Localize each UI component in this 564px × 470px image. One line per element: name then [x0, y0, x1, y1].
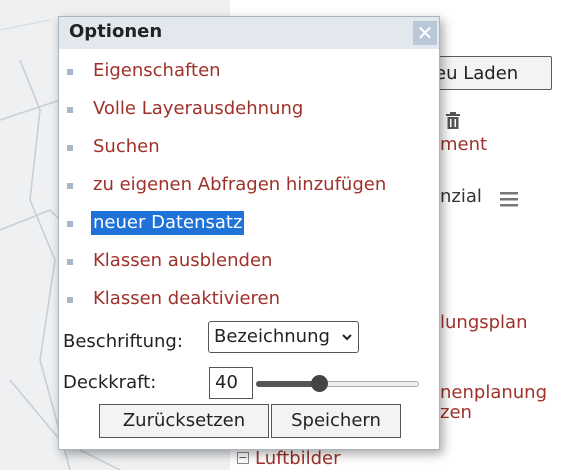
menu-item-label[interactable]: Klassen deaktivieren [91, 287, 282, 311]
bullet-icon [67, 221, 73, 227]
save-button[interactable]: Speichern [271, 404, 401, 438]
menu-item-klassen-deaktivieren[interactable]: Klassen deaktivieren [59, 285, 439, 323]
menu-item-klassen-ausblenden[interactable]: Klassen ausblenden [59, 247, 439, 285]
options-menu: Eigenschaften Volle Layerausdehnung Such… [59, 57, 439, 323]
menu-item-eigenschaften[interactable]: Eigenschaften [59, 57, 439, 95]
layer-text-nenplanung[interactable]: nenplanung [440, 382, 547, 403]
menu-item-label[interactable]: Suchen [91, 135, 162, 159]
reset-button[interactable]: Zurücksetzen [99, 404, 269, 438]
opacity-label: Deckkraft: [63, 372, 157, 393]
dialog-title: Optionen [69, 21, 163, 42]
menu-item-label[interactable]: Volle Layerausdehnung [91, 97, 305, 121]
layer-text-lungsplan[interactable]: lungsplan [440, 312, 528, 333]
opacity-slider-thumb[interactable] [311, 375, 328, 392]
label-field-label: Beschriftung: [63, 331, 183, 352]
bullet-icon [67, 107, 73, 113]
bullet-icon [67, 69, 73, 75]
label-field-select[interactable]: Bezeichnung [208, 321, 359, 353]
bullet-icon [67, 145, 73, 151]
dialog-header[interactable]: Optionen ✕ [59, 17, 439, 49]
layer-text-luftbilder[interactable]: Luftbilder [255, 448, 341, 469]
trash-icon[interactable] [443, 111, 463, 131]
tree-collapse-icon[interactable]: − [237, 452, 249, 464]
label-field-value: Bezeichnung [214, 326, 330, 347]
menu-item-label[interactable]: neuer Datensatz [91, 211, 245, 235]
layer-text-ment[interactable]: ment [440, 134, 487, 155]
options-dialog: Optionen ✕ Eigenschaften Volle Layerausd… [58, 16, 440, 450]
menu-item-abfragen-hinzufuegen[interactable]: zu eigenen Abfragen hinzufügen [59, 171, 439, 209]
opacity-input[interactable]: 40 [209, 367, 253, 399]
menu-item-volle-layerausdehnung[interactable]: Volle Layerausdehnung [59, 95, 439, 133]
reload-button[interactable]: eu Laden [428, 56, 552, 90]
close-icon[interactable]: ✕ [413, 21, 437, 45]
layer-text-zen[interactable]: zen [440, 402, 472, 423]
menu-item-suchen[interactable]: Suchen [59, 133, 439, 171]
hamburger-menu-icon[interactable] [499, 190, 519, 208]
menu-item-label[interactable]: Eigenschaften [91, 59, 223, 83]
chevron-down-icon [342, 334, 352, 341]
menu-item-label[interactable]: Klassen ausblenden [91, 249, 274, 273]
menu-item-neuer-datensatz[interactable]: neuer Datensatz [59, 209, 439, 247]
bullet-icon [67, 259, 73, 265]
layer-text-nzial: nzial [440, 186, 482, 207]
menu-item-label[interactable]: zu eigenen Abfragen hinzufügen [91, 173, 388, 197]
bullet-icon [67, 183, 73, 189]
bullet-icon [67, 297, 73, 303]
